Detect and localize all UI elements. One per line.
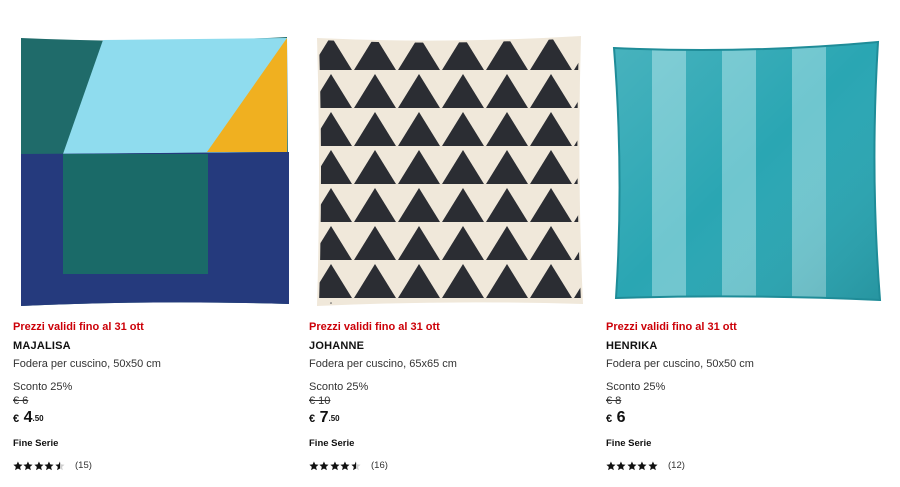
product-image-majalisa[interactable] — [13, 34, 293, 309]
product-grid: Prezzi validi fino al 31 ott MAJALISA Fo… — [0, 0, 900, 487]
old-price: € 8 — [606, 395, 622, 407]
price-currency: € — [13, 413, 20, 425]
product-description: Fodera per cuscino, 65x65 cm — [309, 358, 457, 370]
rating[interactable]: (15) — [13, 460, 293, 472]
review-count: (16) — [371, 460, 388, 471]
star-icon — [648, 461, 658, 471]
promo-text: Prezzi validi fino al 31 ott — [309, 321, 440, 333]
current-price: € 6 — [606, 408, 886, 428]
product-card-johanne[interactable]: Prezzi validi fino al 31 ott JOHANNE Fod… — [309, 0, 599, 487]
star-icon — [13, 461, 23, 471]
price-currency: € — [309, 413, 316, 425]
discount-label: Sconto 25% — [13, 381, 73, 393]
series-badge: Fine Serie — [13, 438, 59, 449]
rating-stars — [606, 461, 658, 471]
product-name[interactable]: JOHANNE — [309, 339, 589, 353]
discount-label: Sconto 25% — [309, 381, 369, 393]
discount-label: Sconto 25% — [606, 381, 666, 393]
price-decimals: .50 — [328, 414, 340, 423]
star-icon — [319, 461, 329, 471]
star-icon — [616, 461, 626, 471]
star-icon — [309, 461, 319, 471]
star-icon — [44, 461, 54, 471]
review-count: (15) — [75, 460, 92, 471]
star-icon — [55, 461, 65, 471]
product-description: Fodera per cuscino, 50x50 cm — [13, 358, 161, 370]
star-icon — [627, 461, 637, 471]
series-badge: Fine Serie — [309, 438, 355, 449]
product-description: Fodera per cuscino, 50x50 cm — [606, 358, 754, 370]
promo-text: Prezzi validi fino al 31 ott — [13, 321, 144, 333]
star-icon — [351, 461, 361, 471]
current-price: € 4.50 — [13, 408, 293, 428]
price-decimals: .50 — [32, 414, 44, 423]
price-currency: € — [606, 413, 613, 425]
star-icon — [340, 461, 350, 471]
product-card-majalisa[interactable]: Prezzi validi fino al 31 ott MAJALISA Fo… — [13, 0, 303, 487]
old-price: € 6 — [13, 395, 29, 407]
series-badge: Fine Serie — [606, 438, 652, 449]
old-price: € 10 — [309, 395, 331, 407]
product-card-henrika[interactable]: Prezzi validi fino al 31 ott HENRIKA Fod… — [606, 0, 896, 487]
star-icon — [34, 461, 44, 471]
product-name[interactable]: MAJALISA — [13, 339, 293, 353]
current-price: € 7.50 — [309, 408, 589, 428]
promo-text: Prezzi validi fino al 31 ott — [606, 321, 737, 333]
star-icon — [606, 461, 616, 471]
star-icon — [330, 461, 340, 471]
rating[interactable]: (12) — [606, 460, 886, 472]
rating-stars — [13, 461, 65, 471]
product-name[interactable]: HENRIKA — [606, 339, 886, 353]
product-image-johanne[interactable] — [309, 34, 589, 309]
star-icon — [637, 461, 647, 471]
product-image-henrika[interactable] — [606, 34, 886, 309]
price-integer: 6 — [616, 409, 626, 426]
review-count: (12) — [668, 460, 685, 471]
rating-stars — [309, 461, 361, 471]
rating[interactable]: (16) — [309, 460, 589, 472]
star-icon — [23, 461, 33, 471]
